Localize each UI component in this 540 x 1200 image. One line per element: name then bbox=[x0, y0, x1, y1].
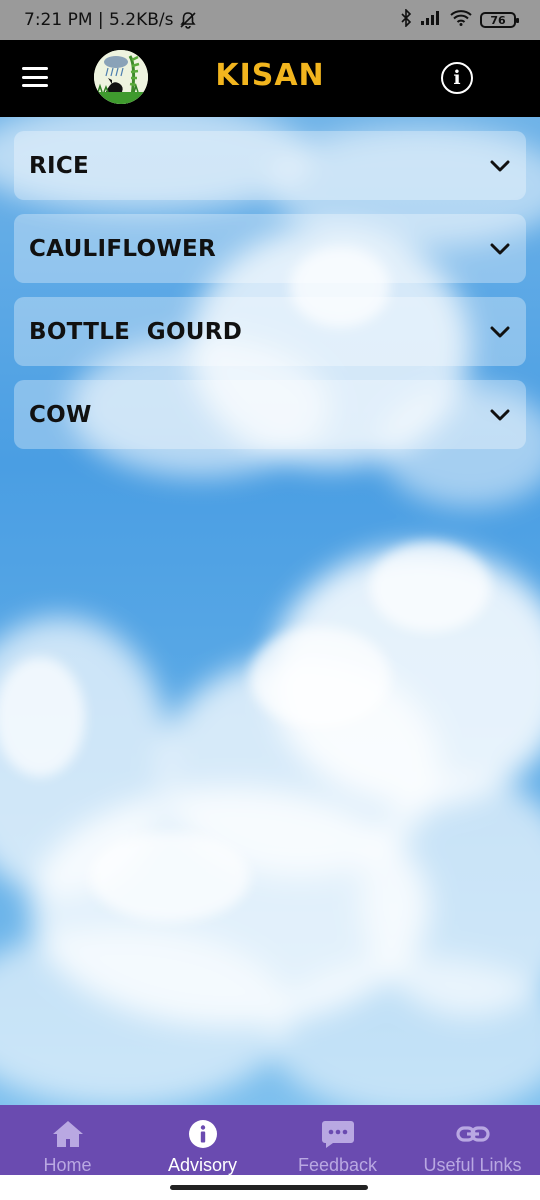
chevron-down-icon[interactable] bbox=[489, 325, 511, 339]
chat-icon bbox=[321, 1119, 355, 1149]
accordion-label: CAULIFLOWER bbox=[29, 235, 217, 262]
signal-icon bbox=[420, 10, 442, 31]
nav-label: Home bbox=[43, 1155, 92, 1175]
chevron-down-icon[interactable] bbox=[489, 408, 511, 422]
bell-off-icon bbox=[179, 11, 197, 29]
nav-item-advisory[interactable]: Advisory bbox=[135, 1105, 270, 1175]
advisory-list: RICE CAULIFLOWER BOTTLE GOURD COW bbox=[14, 131, 526, 463]
bluetooth-icon bbox=[400, 7, 412, 32]
nav-label: Feedback bbox=[297, 1155, 378, 1175]
accordion-item-rice[interactable]: RICE bbox=[14, 131, 526, 200]
bottom-nav: Home Advisory Feedback Useful Links bbox=[0, 1105, 540, 1175]
wifi-icon bbox=[450, 9, 472, 31]
status-icons: 76 bbox=[400, 7, 519, 32]
accordion-item-bottle-gourd[interactable]: BOTTLE GOURD bbox=[14, 297, 526, 366]
battery-icon: 76 bbox=[480, 12, 519, 28]
accordion-label: COW bbox=[29, 401, 92, 428]
link-icon bbox=[455, 1119, 491, 1149]
chevron-down-icon[interactable] bbox=[489, 242, 511, 256]
home-icon bbox=[51, 1119, 85, 1149]
status-text: 7:21 PM | 5.2KB/s bbox=[24, 10, 174, 30]
accordion-item-cauliflower[interactable]: CAULIFLOWER bbox=[14, 214, 526, 283]
accordion-label: RICE bbox=[29, 152, 90, 179]
info-icon bbox=[188, 1119, 218, 1149]
nav-item-useful-links[interactable]: Useful Links bbox=[405, 1105, 540, 1175]
accordion-label: BOTTLE GOURD bbox=[29, 318, 243, 345]
info-icon[interactable]: i bbox=[441, 62, 473, 94]
nav-label: Advisory bbox=[167, 1155, 238, 1175]
accordion-item-cow[interactable]: COW bbox=[14, 380, 526, 449]
status-bar: 7:21 PM | 5.2KB/s 76 bbox=[0, 0, 540, 40]
nav-item-home[interactable]: Home bbox=[0, 1105, 135, 1175]
nav-item-feedback[interactable]: Feedback bbox=[270, 1105, 405, 1175]
nav-label: Useful Links bbox=[423, 1155, 522, 1175]
home-indicator[interactable] bbox=[170, 1185, 368, 1190]
app-bar: KISAN i bbox=[0, 40, 540, 117]
gesture-bar bbox=[0, 1175, 540, 1200]
chevron-down-icon[interactable] bbox=[489, 159, 511, 173]
